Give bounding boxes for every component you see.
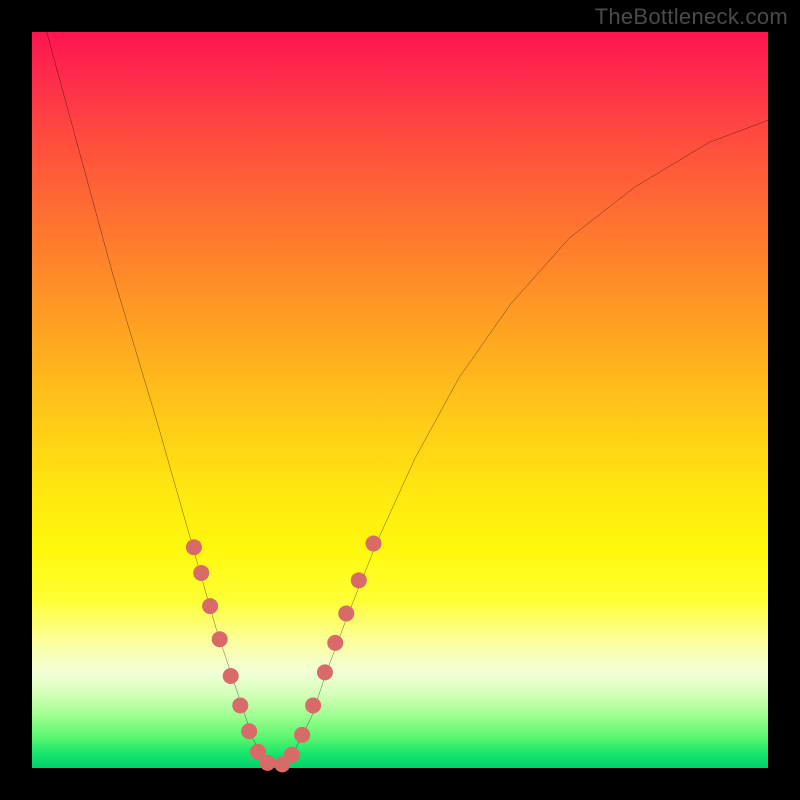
- chart-svg: [32, 32, 768, 768]
- bottleneck-curve: [47, 32, 768, 768]
- marker-layer: [186, 536, 382, 773]
- data-point: [186, 539, 202, 555]
- data-point: [366, 536, 382, 552]
- data-point: [284, 747, 300, 763]
- watermark-text: TheBottleneck.com: [595, 4, 788, 30]
- data-point: [294, 727, 310, 743]
- data-point: [193, 565, 209, 581]
- data-point: [338, 605, 354, 621]
- data-point: [327, 635, 343, 651]
- data-point: [317, 664, 333, 680]
- data-point: [260, 755, 276, 771]
- data-point: [232, 697, 248, 713]
- data-point: [202, 598, 218, 614]
- chart-frame: TheBottleneck.com: [0, 0, 800, 800]
- data-point: [305, 697, 321, 713]
- data-point: [212, 631, 228, 647]
- data-point: [223, 668, 239, 684]
- plot-area: [32, 32, 768, 768]
- data-point: [351, 572, 367, 588]
- data-point: [241, 723, 257, 739]
